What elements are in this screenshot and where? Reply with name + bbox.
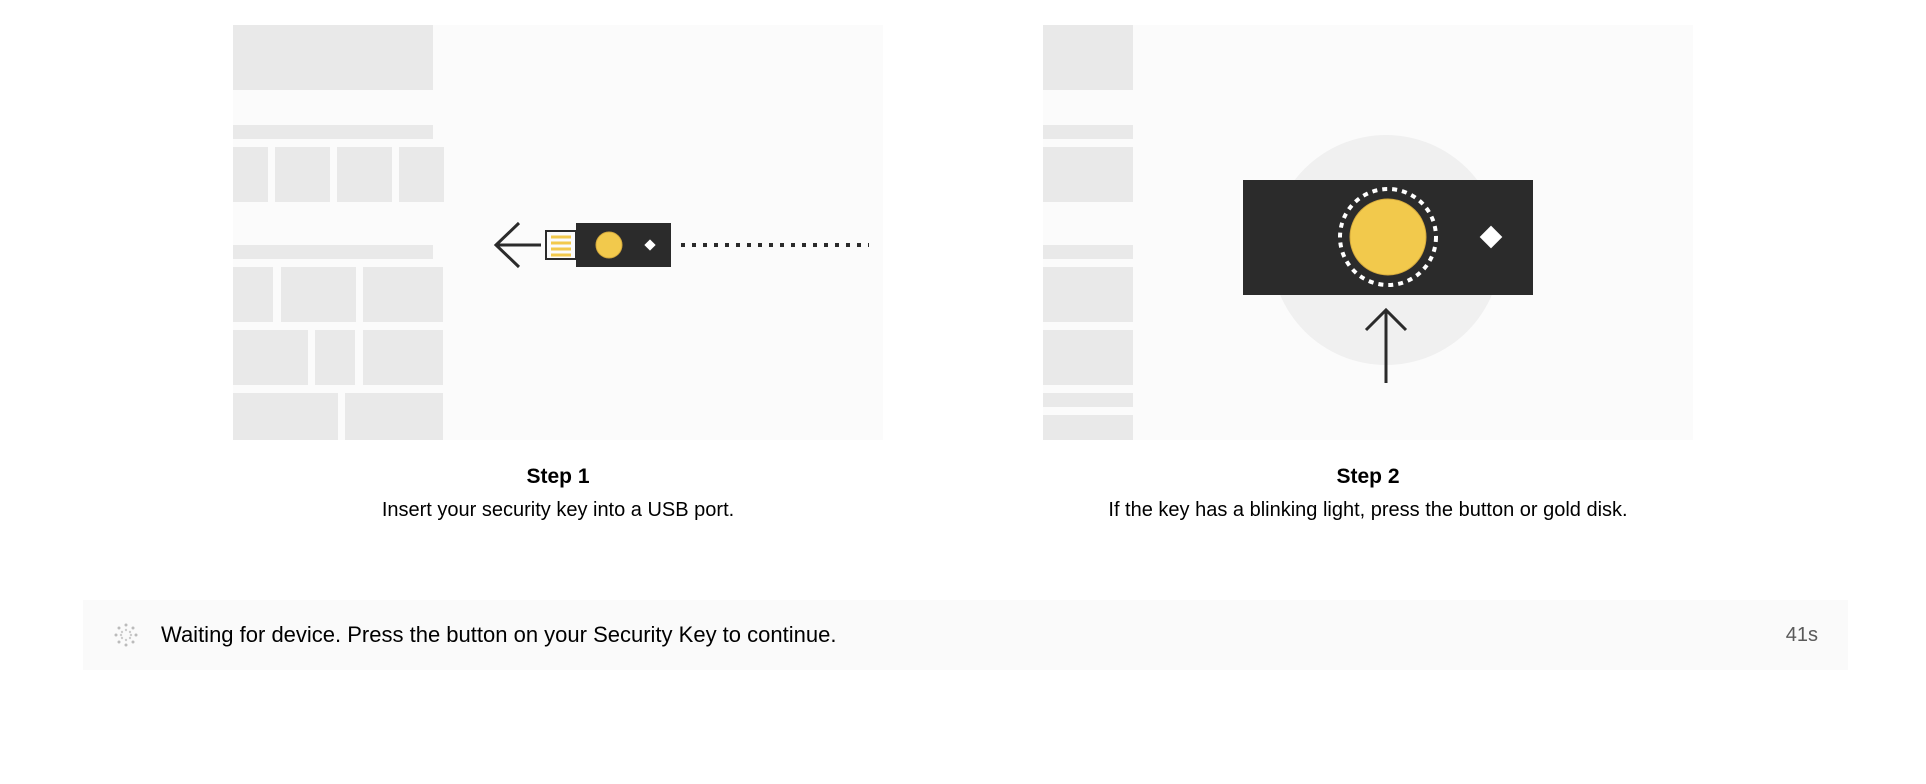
arrow-up-icon [1361,305,1411,385]
list-graphic [1043,25,1133,440]
step-1-title: Step 1 [526,465,589,489]
step-1-description: Insert your security key into a USB port… [382,499,734,522]
step-2-title: Step 2 [1336,465,1399,489]
security-key-press-icon [1243,180,1533,295]
steps-container: Step 1 Insert your security key into a U… [0,0,1926,522]
step-2-illustration [1043,25,1693,440]
step-1-illustration [233,25,883,440]
laptop-graphic [233,25,433,440]
step-2-description: If the key has a blinking light, press t… [1108,499,1627,522]
step-2-card: Step 2 If the key has a blinking light, … [1043,25,1693,522]
loading-spinner-icon [113,622,139,648]
status-message: Waiting for device. Press the button on … [161,622,836,648]
status-bar: Waiting for device. Press the button on … [83,600,1848,670]
security-key-insert-icon [491,215,871,275]
countdown-timer: 41s [1786,624,1818,647]
status-left: Waiting for device. Press the button on … [113,622,836,648]
step-1-card: Step 1 Insert your security key into a U… [233,25,883,522]
